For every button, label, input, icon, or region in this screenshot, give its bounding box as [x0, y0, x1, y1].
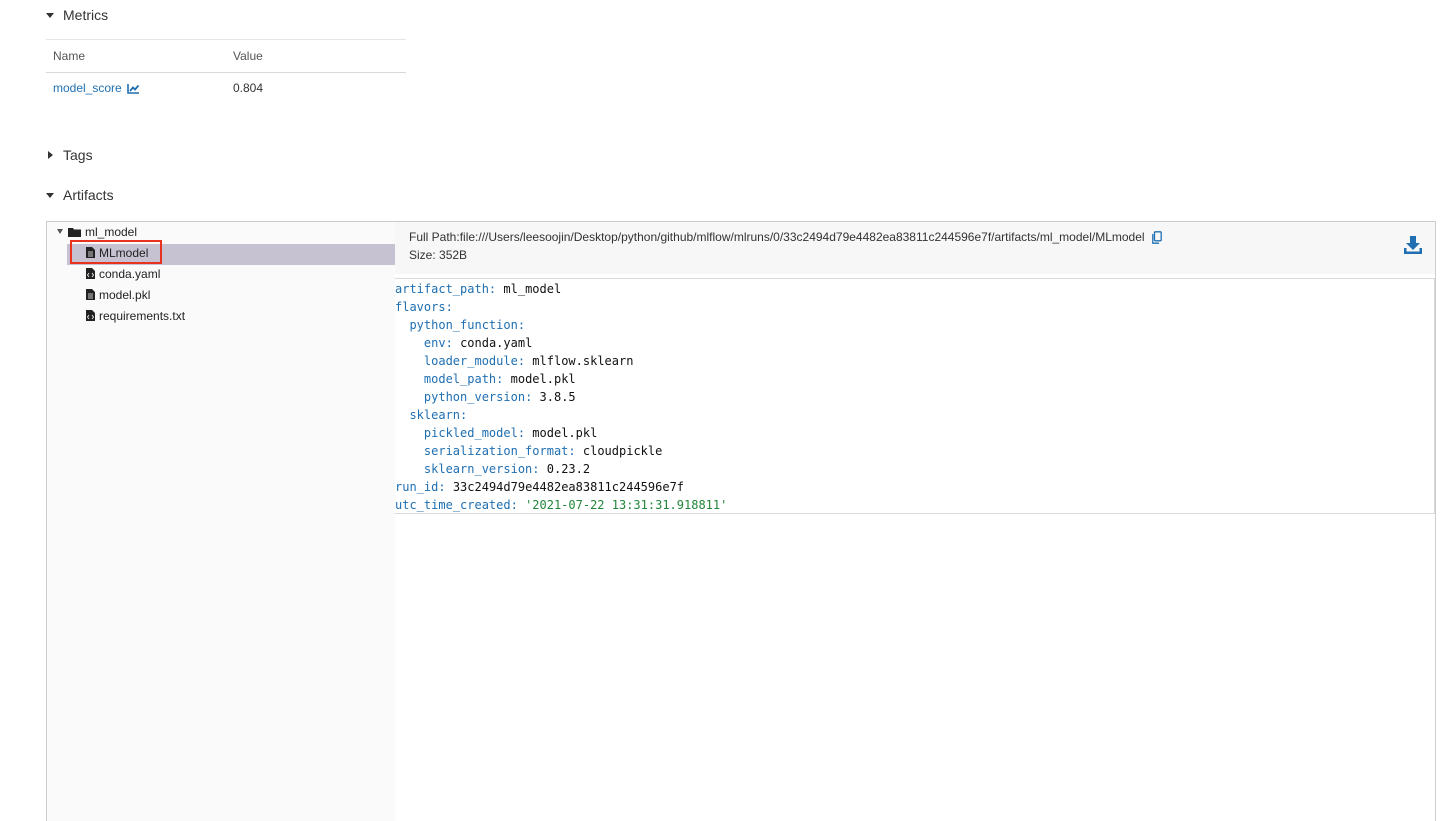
artifacts-section-label: Artifacts [63, 187, 114, 203]
tree-folder-ml-model[interactable]: ml_model [57, 221, 137, 242]
artifacts-panel: ml_model MLmodel conda.yaml model.pkl re… [46, 221, 1436, 821]
yaml-line: python_function: [409, 318, 526, 332]
tree-file-label: MLmodel [99, 245, 149, 260]
yaml-line: flavors: [395, 300, 453, 314]
tags-section-toggle[interactable]: Tags [46, 147, 93, 163]
yaml-value: mlflow.sklearn [532, 354, 634, 368]
folder-icon [68, 227, 81, 237]
artifact-view: Full Path: file:///Users/leesoojin/Deskt… [395, 222, 1435, 821]
full-path-label: Full Path: [409, 230, 460, 244]
tree-file-mlmodel[interactable]: MLmodel [86, 242, 148, 263]
triangle-down-icon [57, 229, 63, 234]
tree-file-requirements-txt[interactable]: requirements.txt [86, 305, 185, 326]
yaml-value: 0.23.2 [546, 462, 591, 476]
full-path-value: file:///Users/leesoojin/Desktop/python/g… [459, 230, 1145, 244]
code-file-icon [86, 268, 95, 279]
file-info-bar: Full Path: file:///Users/leesoojin/Deskt… [395, 222, 1435, 274]
yaml-value: 3.8.5 [539, 390, 576, 404]
metric-value: 0.804 [233, 81, 264, 95]
tree-file-conda-yaml[interactable]: conda.yaml [86, 263, 160, 284]
yaml-value: model.pkl [532, 426, 598, 440]
tree-file-label: conda.yaml [99, 266, 161, 281]
chart-line-icon [126, 83, 140, 94]
yaml-line: sklearn_version: 0.23.2 [423, 462, 591, 476]
yaml-key: loader_module [423, 354, 518, 368]
yaml-line: run_id: 33c2494d79e4482ea83811c244596e7f [395, 480, 685, 494]
file-icon [86, 289, 95, 300]
yaml-line: pickled_model: model.pkl [423, 426, 598, 440]
full-path: Full Path: file:///Users/leesoojin/Deskt… [409, 230, 1162, 244]
yaml-line: python_version: 3.8.5 [423, 390, 576, 404]
code-file-icon [86, 310, 95, 321]
yaml-line: sklearn: [409, 408, 468, 422]
yaml-key: artifact_path [395, 282, 489, 296]
column-header-name: Name [53, 49, 86, 63]
tree-file-label: requirements.txt [99, 308, 186, 323]
file-size-label: Size: [409, 248, 440, 262]
tree-file-model-pkl[interactable]: model.pkl [86, 284, 150, 305]
caret-right-icon [48, 151, 53, 159]
yaml-line: artifact_path: ml_model [395, 282, 562, 296]
file-icon [86, 247, 95, 258]
yaml-value: '2021-07-22 13:31:31.918811' [525, 498, 728, 512]
file-size: Size: 352B [409, 248, 467, 262]
metric-name: model_score [53, 81, 122, 95]
yaml-key: python_version [423, 390, 526, 404]
file-size-value: 352B [439, 248, 468, 262]
yaml-key: utc_time_created [395, 498, 511, 512]
artifacts-section-toggle[interactable]: Artifacts [46, 187, 114, 203]
yaml-key: env [423, 336, 446, 350]
yaml-value: 33c2494d79e4482ea83811c244596e7f [452, 480, 685, 494]
copy-icon[interactable] [1151, 230, 1162, 244]
yaml-value: ml_model [503, 282, 562, 296]
tags-section-label: Tags [63, 147, 93, 163]
caret-down-icon [46, 12, 54, 18]
yaml-key: model_path [423, 372, 497, 386]
yaml-line: utc_time_created: '2021-07-22 13:31:31.9… [395, 498, 728, 512]
metric-link-model-score[interactable]: model_score [53, 81, 140, 95]
yaml-key: sklearn [409, 408, 461, 422]
yaml-key: flavors [395, 300, 446, 314]
yaml-line: serialization_format: cloudpickle [423, 444, 663, 458]
yaml-key: serialization_format [423, 444, 569, 458]
download-icon[interactable] [1403, 235, 1423, 258]
yaml-line: loader_module: mlflow.sklearn [423, 354, 634, 368]
yaml-value: model.pkl [510, 372, 576, 386]
caret-down-icon [46, 192, 54, 198]
artifact-tree: ml_model MLmodel conda.yaml model.pkl re… [47, 222, 395, 821]
tree-file-label: model.pkl [99, 287, 151, 302]
yaml-key: pickled_model [423, 426, 518, 440]
metrics-section-toggle[interactable]: Metrics [46, 7, 108, 23]
tree-folder-label: ml_model [85, 224, 138, 239]
yaml-key: sklearn_version [423, 462, 533, 476]
column-header-value: Value [233, 49, 263, 63]
yaml-key: run_id [395, 480, 439, 494]
yaml-content-viewer: artifact_path: ml_model flavors: python_f… [395, 278, 1435, 514]
yaml-key: python_function [409, 318, 518, 332]
yaml-line: model_path: model.pkl [423, 372, 576, 386]
metrics-table: Name Value model_score 0.804 [46, 39, 406, 103]
metrics-table-header: Name Value [46, 39, 406, 73]
metrics-section-label: Metrics [63, 7, 109, 23]
table-row: model_score 0.804 [46, 73, 406, 103]
yaml-value: cloudpickle [582, 444, 663, 458]
yaml-value: conda.yaml [460, 336, 533, 350]
yaml-line: env: conda.yaml [423, 336, 533, 350]
